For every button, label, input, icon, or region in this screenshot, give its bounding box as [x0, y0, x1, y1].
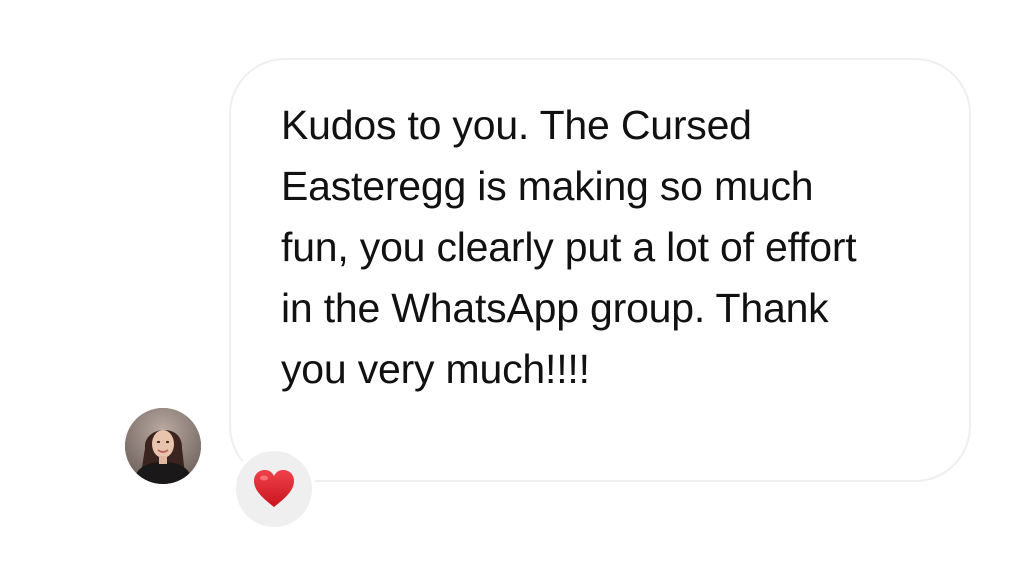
message-line: in the WhatsApp group. Thank — [281, 285, 829, 331]
avatar-photo-icon — [125, 408, 201, 484]
sender-avatar[interactable] — [125, 408, 201, 484]
message-text: Kudos to you. The Cursed Easteregg is ma… — [281, 95, 941, 400]
red-heart-icon — [254, 470, 294, 507]
message-line: Kudos to you. The Cursed — [281, 102, 752, 148]
message-line: Easteregg is making so much — [281, 163, 814, 209]
reaction-badge[interactable] — [232, 447, 316, 531]
message-line: you very much!!!! — [281, 346, 590, 392]
chat-thread: Kudos to you. The Cursed Easteregg is ma… — [0, 0, 1024, 573]
message-line: fun, you clearly put a lot of effort — [281, 224, 857, 270]
